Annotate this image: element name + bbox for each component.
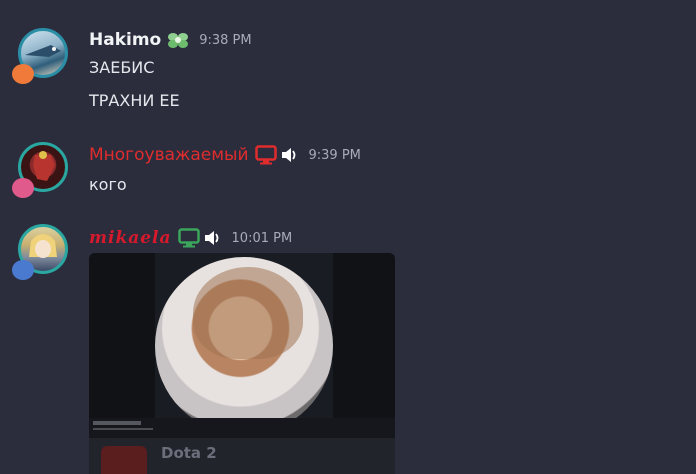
activity-card: Dota 2 [89, 438, 395, 474]
game-name: Dota 2 [161, 444, 217, 462]
video-controls[interactable] [89, 418, 395, 438]
video-thumbnail-detail [193, 267, 303, 359]
message-mikaela: mikaela 10:01 PM Dota 2 [0, 0, 696, 474]
speaker-icon [204, 229, 222, 247]
avatar[interactable] [12, 224, 68, 280]
monitor-icon [177, 228, 200, 248]
timestamp: 10:01 PM [231, 230, 293, 246]
chat-messages: Hakimo 9:38 PM ЗАЕБИС ТРАХНИ ЕЕ Многоува… [0, 0, 696, 474]
video-attachment[interactable]: Dota 2 [89, 253, 395, 474]
username[interactable]: mikaela [89, 228, 172, 248]
game-icon [101, 446, 147, 474]
